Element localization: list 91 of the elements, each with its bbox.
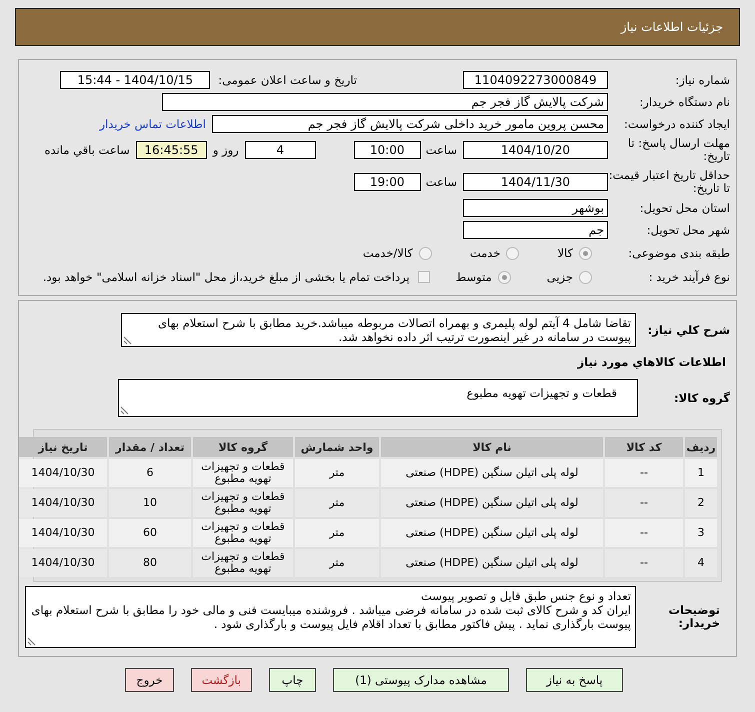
action-button[interactable]: چاپ (269, 668, 316, 692)
table-cell: -- (605, 489, 683, 517)
contact-link[interactable]: اطلاعات تماس خریدار (99, 117, 206, 131)
table-cell: لوله پلی اتیلن سنگین (HDPE) صنعتی (381, 459, 603, 487)
table-cell: قطعات و تجهیزات تهویه مطبوع (193, 459, 293, 487)
resize-grip-icon[interactable] (27, 637, 36, 646)
notes-field[interactable] (25, 586, 636, 648)
field-label: حداقل تاریخ اعتبار قیمت: تا تاریخ: (608, 169, 730, 195)
text-field[interactable]: 19:00 (354, 173, 421, 191)
table-cell: متر (295, 519, 379, 547)
table-cell: 2 (685, 489, 717, 517)
field-label: توضیحات خریدار: (668, 604, 721, 630)
field-label: مهلت ارسال پاسخ: تا تاریخ: (626, 137, 730, 163)
field-label: کالا/خدمت (362, 246, 413, 260)
action-button[interactable]: پاسخ به نیاز (526, 668, 623, 692)
action-button[interactable]: خروج (125, 668, 174, 692)
column-header: واحد شمارش (295, 437, 379, 457)
table-cell: 10 (109, 489, 191, 517)
table-cell: 3 (685, 519, 717, 547)
table-cell: لوله پلی اتیلن سنگین (HDPE) صنعتی (381, 549, 603, 577)
table-cell: 1404/10/30 (19, 459, 107, 487)
table-cell: قطعات و تجهیزات تهویه مطبوع (193, 519, 293, 547)
radio-button[interactable] (498, 270, 511, 284)
field-label: خدمت (470, 246, 500, 260)
column-header: تعداد / مقدار (109, 437, 191, 457)
column-header: کد کالا (605, 437, 683, 457)
field-label: گروه کالا: (673, 392, 730, 404)
text-field[interactable]: 10:00 (354, 141, 421, 159)
section-title: اطلاعات کالاهاي مورد نياز (576, 355, 726, 369)
radio-button[interactable] (418, 246, 432, 260)
table-cell: قطعات و تجهیزات تهویه مطبوع (193, 549, 293, 577)
column-header: گروه کالا (193, 437, 293, 457)
field-label: ساعت باقي مانده (44, 143, 130, 157)
field-label: ساعت (426, 143, 457, 157)
text-field[interactable]: جم (463, 221, 608, 239)
table-cell: 80 (109, 549, 191, 577)
text-field[interactable]: 1404/10/15 - 15:44 (60, 71, 210, 89)
table-cell: لوله پلی اتیلن سنگین (HDPE) صنعتی (381, 489, 603, 517)
table-cell: متر (295, 549, 379, 577)
field-label: جزیی (546, 270, 573, 284)
column-header: تاریخ نیاز (19, 437, 107, 457)
table-cell: لوله پلی اتیلن سنگین (HDPE) صنعتی (381, 519, 603, 547)
table-cell: 1 (685, 459, 717, 487)
table-cell: 1404/10/30 (19, 519, 107, 547)
goods-group-field[interactable]: قطعات و تجهیزات تهویه مطبوع (118, 379, 638, 417)
table-cell: -- (605, 549, 683, 577)
radio-button[interactable] (506, 246, 520, 260)
description-text: تقاضا شامل 4 آیتم لوله پلیمری و بهمراه اتصالات مربوطه میباشد.خرید مطابق با شرح استعلام بهای پیوست در سامانه در غیر اینصورت ترتیب اثر داده نخواهد شد. (158, 316, 631, 344)
field-label: شماره نیاز: (674, 74, 730, 86)
field-label: نوع فرآیند خرید : (648, 270, 730, 284)
text-field[interactable]: بوشهر (463, 199, 608, 217)
table-cell: 4 (685, 549, 717, 577)
table-cell: 6 (109, 459, 191, 487)
text-field[interactable]: شرکت پالایش گاز فجر جم (162, 93, 608, 111)
text-field[interactable]: 1404/10/20 (463, 141, 608, 159)
field-label: نام دستگاه خریدار: (638, 96, 730, 108)
table-cell: قطعات و تجهیزات تهویه مطبوع (193, 489, 293, 517)
radio-button[interactable] (579, 246, 592, 260)
column-header: نام کالا (381, 437, 603, 457)
field-label: ساعت (426, 175, 457, 189)
field-label: کالا (557, 246, 573, 260)
field-label: ایجاد کننده درخواست: (623, 118, 730, 130)
table-cell: 60 (109, 519, 191, 547)
text-field[interactable]: 1404/11/30 (463, 173, 608, 191)
text-field[interactable]: 1104092273000849 (463, 71, 608, 89)
field-label: تاریخ و ساعت اعلان عمومی: (218, 73, 357, 87)
text-field[interactable]: محسن پروین مامور خرید داخلی شرکت پالایش گاز فجر جم (212, 115, 608, 133)
goods-group-text: قطعات و تجهیزات تهویه مطبوع (466, 386, 617, 400)
field-label: طبقه بندی موضوعی: (627, 246, 730, 260)
description-field[interactable]: تقاضا شامل 4 آیتم لوله پلیمری و بهمراه اتصالات مربوطه میباشد.خرید مطابق با شرح استعلام بهای پیوست در سامانه در غیر اینصورت ترتیب اثر داده نخواهد شد. (121, 313, 636, 347)
column-header: ردیف (685, 437, 717, 457)
text-field[interactable]: 4 (244, 141, 316, 159)
radio-button[interactable] (579, 270, 592, 284)
action-button[interactable]: مشاهده مدارک پیوستی (1) (333, 668, 509, 692)
field-label: استان محل تحویل: (638, 202, 730, 214)
table-cell: متر (295, 489, 379, 517)
table-cell: -- (605, 519, 683, 547)
field-label: متوسط (456, 270, 492, 284)
page-title: جزئیات اطلاعات نیاز (15, 8, 740, 46)
action-button[interactable]: بازگشت (190, 668, 252, 692)
field-label: شهر محل تحویل: (646, 224, 730, 236)
field-label: شرح کلي نياز: (646, 324, 730, 336)
resize-grip-icon[interactable] (123, 336, 132, 345)
countdown-field[interactable]: 16:45:55 (136, 141, 207, 159)
field-label: روز و (212, 143, 239, 157)
table-cell: -- (605, 459, 683, 487)
field-label: پرداخت تمام یا بخشی از مبلغ خرید،از محل "اسناد خزانه اسلامی" خواهد بود. (42, 270, 410, 284)
resize-grip-icon[interactable] (120, 406, 129, 415)
checkbox[interactable] (418, 271, 430, 283)
notes-text: تعداد و نوع جنس طبق فایل و تصویر پیوست ایران کد و شرح کالای ثبت شده در سامانه فرضی میباشد . فروشنده میبایست فنی و مالی خود را مطابق با شرح استعلام بهای پیوست بارگذاری نماید . پیش فاکتور مطابق با تعداد اقلام فایل پیوست و بارگذاری شود . (30, 589, 631, 631)
table-cell: متر (295, 459, 379, 487)
